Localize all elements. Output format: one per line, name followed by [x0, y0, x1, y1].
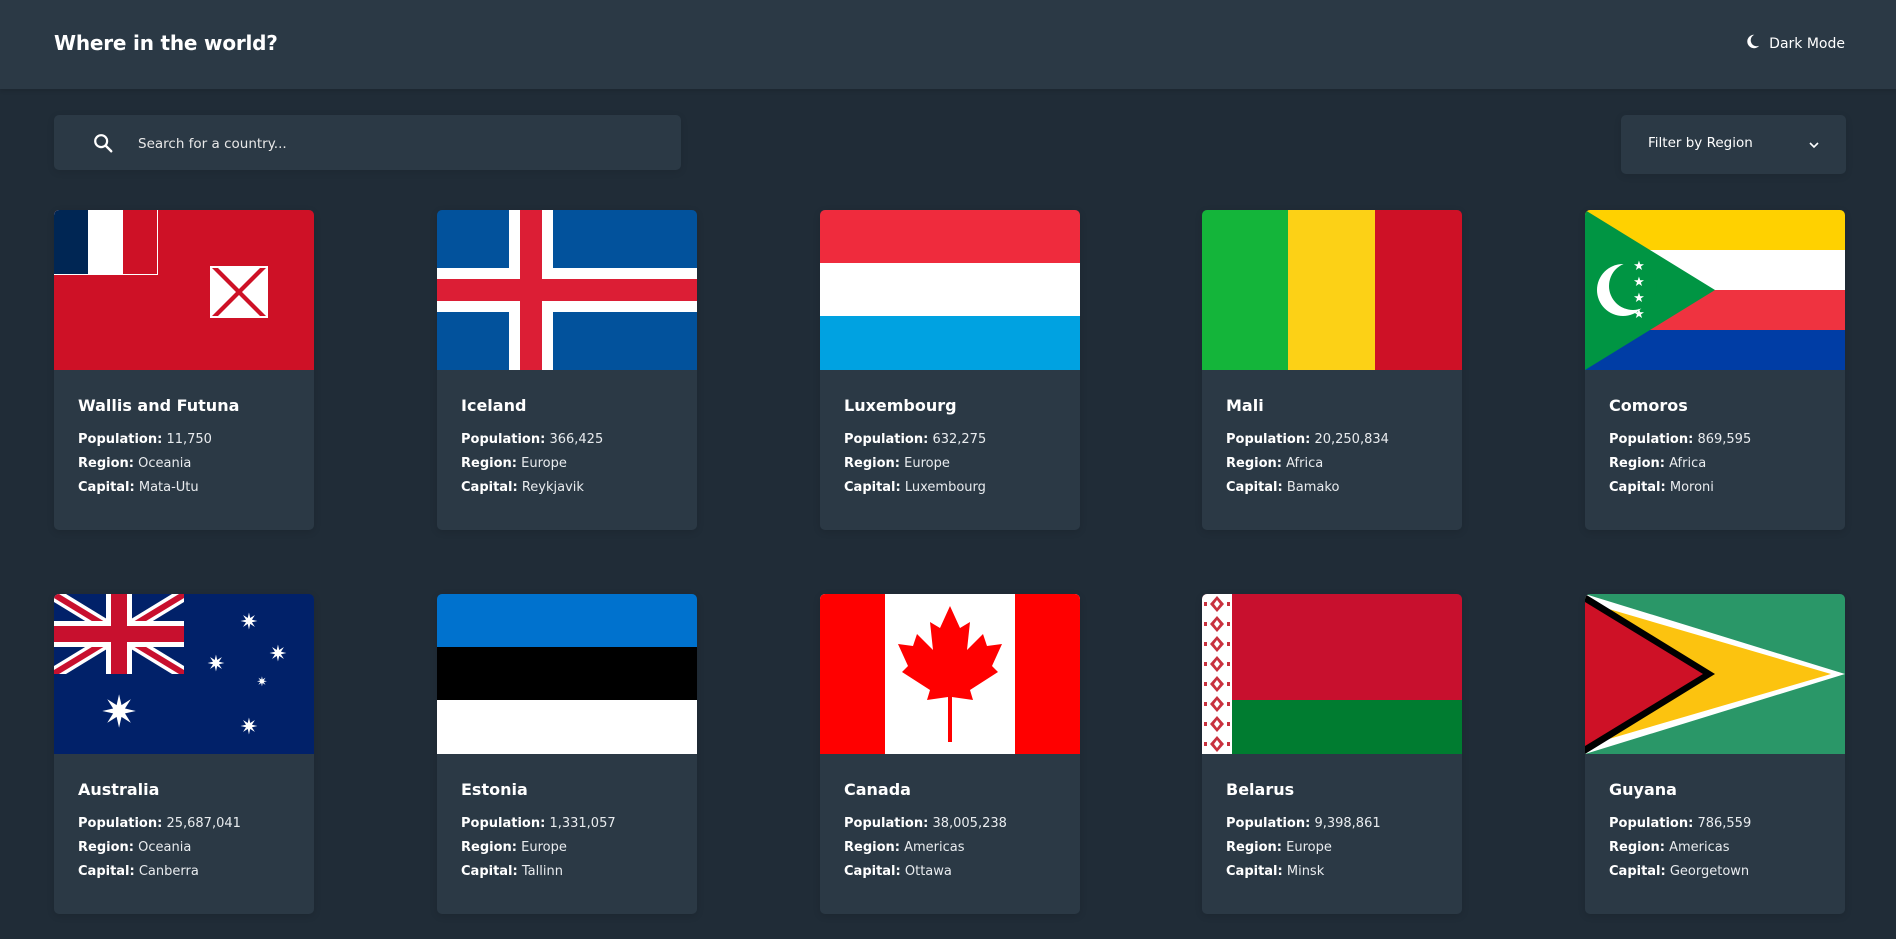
country-name: Australia — [78, 780, 160, 799]
country-name: Mali — [1226, 396, 1264, 415]
country-card[interactable]: Iceland Population: 366,425 Region: Euro… — [437, 210, 697, 530]
region-row: Region: Oceania — [78, 456, 192, 471]
capital-row: Capital: Minsk — [1226, 864, 1325, 879]
estonia-flag — [437, 594, 697, 754]
population-row: Population: 869,595 — [1609, 432, 1752, 447]
country-name: Belarus — [1226, 780, 1295, 799]
country-card[interactable]: Mali Population: 20,250,834 Region: Afri… — [1202, 210, 1462, 530]
population-row: Population: 20,250,834 — [1226, 432, 1389, 447]
country-name: Canada — [844, 780, 911, 799]
region-row: Region: Africa — [1226, 456, 1324, 471]
chevron-down-icon — [1809, 142, 1819, 149]
svg-text:✷: ✷ — [257, 675, 268, 690]
region-row: Region: Europe — [844, 456, 950, 471]
svg-text:★: ★ — [1633, 275, 1645, 290]
capital-row: Capital: Canberra — [78, 864, 199, 879]
region-row: Region: Oceania — [78, 840, 192, 855]
luxembourg-flag — [820, 210, 1080, 370]
search-bar — [54, 115, 681, 172]
capital-row: Capital: Reykjavik — [461, 480, 584, 495]
population-row: Population: 11,750 — [78, 432, 212, 447]
capital-row: Capital: Ottawa — [844, 864, 952, 879]
svg-text:✷: ✷ — [207, 652, 225, 677]
comoros-flag: ★ ★ ★ ★ — [1585, 210, 1845, 370]
app-header: Where in the world? Dark Mode — [0, 0, 1896, 89]
svg-text:✷: ✷ — [101, 687, 138, 738]
capital-row: Capital: Bamako — [1226, 480, 1340, 495]
guyana-flag — [1585, 594, 1845, 754]
search-input[interactable] — [136, 115, 660, 172]
svg-text:✷: ✷ — [240, 610, 258, 635]
dark-mode-label: Dark Mode — [1769, 35, 1845, 52]
svg-text:★: ★ — [1633, 291, 1645, 306]
iceland-flag — [437, 210, 697, 370]
population-row: Population: 9,398,861 — [1226, 816, 1381, 831]
country-card[interactable]: ★ ★ ★ ★ Comoros Population: 869,595 Regi… — [1585, 210, 1845, 530]
wallis-futuna-flag — [54, 210, 314, 370]
country-card[interactable]: Guyana Population: 786,559 Region: Ameri… — [1585, 594, 1845, 914]
capital-row: Capital: Tallinn — [461, 864, 563, 879]
country-card[interactable]: Luxembourg Population: 632,275 Region: E… — [820, 210, 1080, 530]
svg-text:✷: ✷ — [269, 642, 287, 667]
region-row: Region: Americas — [844, 840, 965, 855]
region-row: Region: Europe — [461, 456, 567, 471]
country-card[interactable]: Estonia Population: 1,331,057 Region: Eu… — [437, 594, 697, 914]
population-row: Population: 786,559 — [1609, 816, 1752, 831]
dark-mode-toggle[interactable]: Dark Mode — [1744, 33, 1845, 54]
canada-flag — [820, 594, 1080, 754]
country-card[interactable]: Belarus Population: 9,398,861 Region: Eu… — [1202, 594, 1462, 914]
region-row: Region: Europe — [461, 840, 567, 855]
belarus-flag — [1202, 594, 1462, 754]
search-icon — [94, 134, 113, 153]
region-filter-dropdown[interactable]: Filter by Region — [1621, 115, 1846, 174]
country-card[interactable]: Canada Population: 38,005,238 Region: Am… — [820, 594, 1080, 914]
country-name: Comoros — [1609, 396, 1688, 415]
svg-text:★: ★ — [1633, 307, 1645, 322]
moon-icon — [1744, 33, 1761, 54]
country-name: Luxembourg — [844, 396, 957, 415]
australia-flag: ✷ ✷ ✷ ✷ ✷ ✷ — [54, 594, 314, 754]
country-name: Estonia — [461, 780, 528, 799]
capital-row: Capital: Georgetown — [1609, 864, 1750, 879]
region-row: Region: Americas — [1609, 840, 1730, 855]
population-row: Population: 632,275 — [844, 432, 987, 447]
svg-text:✷: ✷ — [240, 715, 258, 740]
region-filter-label: Filter by Region — [1648, 135, 1753, 151]
population-row: Population: 366,425 — [461, 432, 604, 447]
country-card[interactable]: ✷ ✷ ✷ ✷ ✷ ✷ Australia Population: 25,687… — [54, 594, 314, 914]
country-name: Iceland — [461, 396, 527, 415]
capital-row: Capital: Luxembourg — [844, 480, 986, 495]
region-row: Region: Europe — [1226, 840, 1332, 855]
population-row: Population: 38,005,238 — [844, 816, 1007, 831]
population-row: Population: 1,331,057 — [461, 816, 616, 831]
country-name: Wallis and Futuna — [78, 396, 240, 415]
svg-text:★: ★ — [1633, 259, 1645, 274]
mali-flag — [1202, 210, 1462, 370]
capital-row: Capital: Moroni — [1609, 480, 1714, 495]
capital-row: Capital: Mata-Utu — [78, 480, 199, 495]
country-name: Guyana — [1609, 780, 1677, 799]
app-title: Where in the world? — [54, 31, 278, 55]
country-card[interactable]: Wallis and Futuna Population: 11,750 Reg… — [54, 210, 314, 530]
region-row: Region: Africa — [1609, 456, 1707, 471]
population-row: Population: 25,687,041 — [78, 816, 241, 831]
